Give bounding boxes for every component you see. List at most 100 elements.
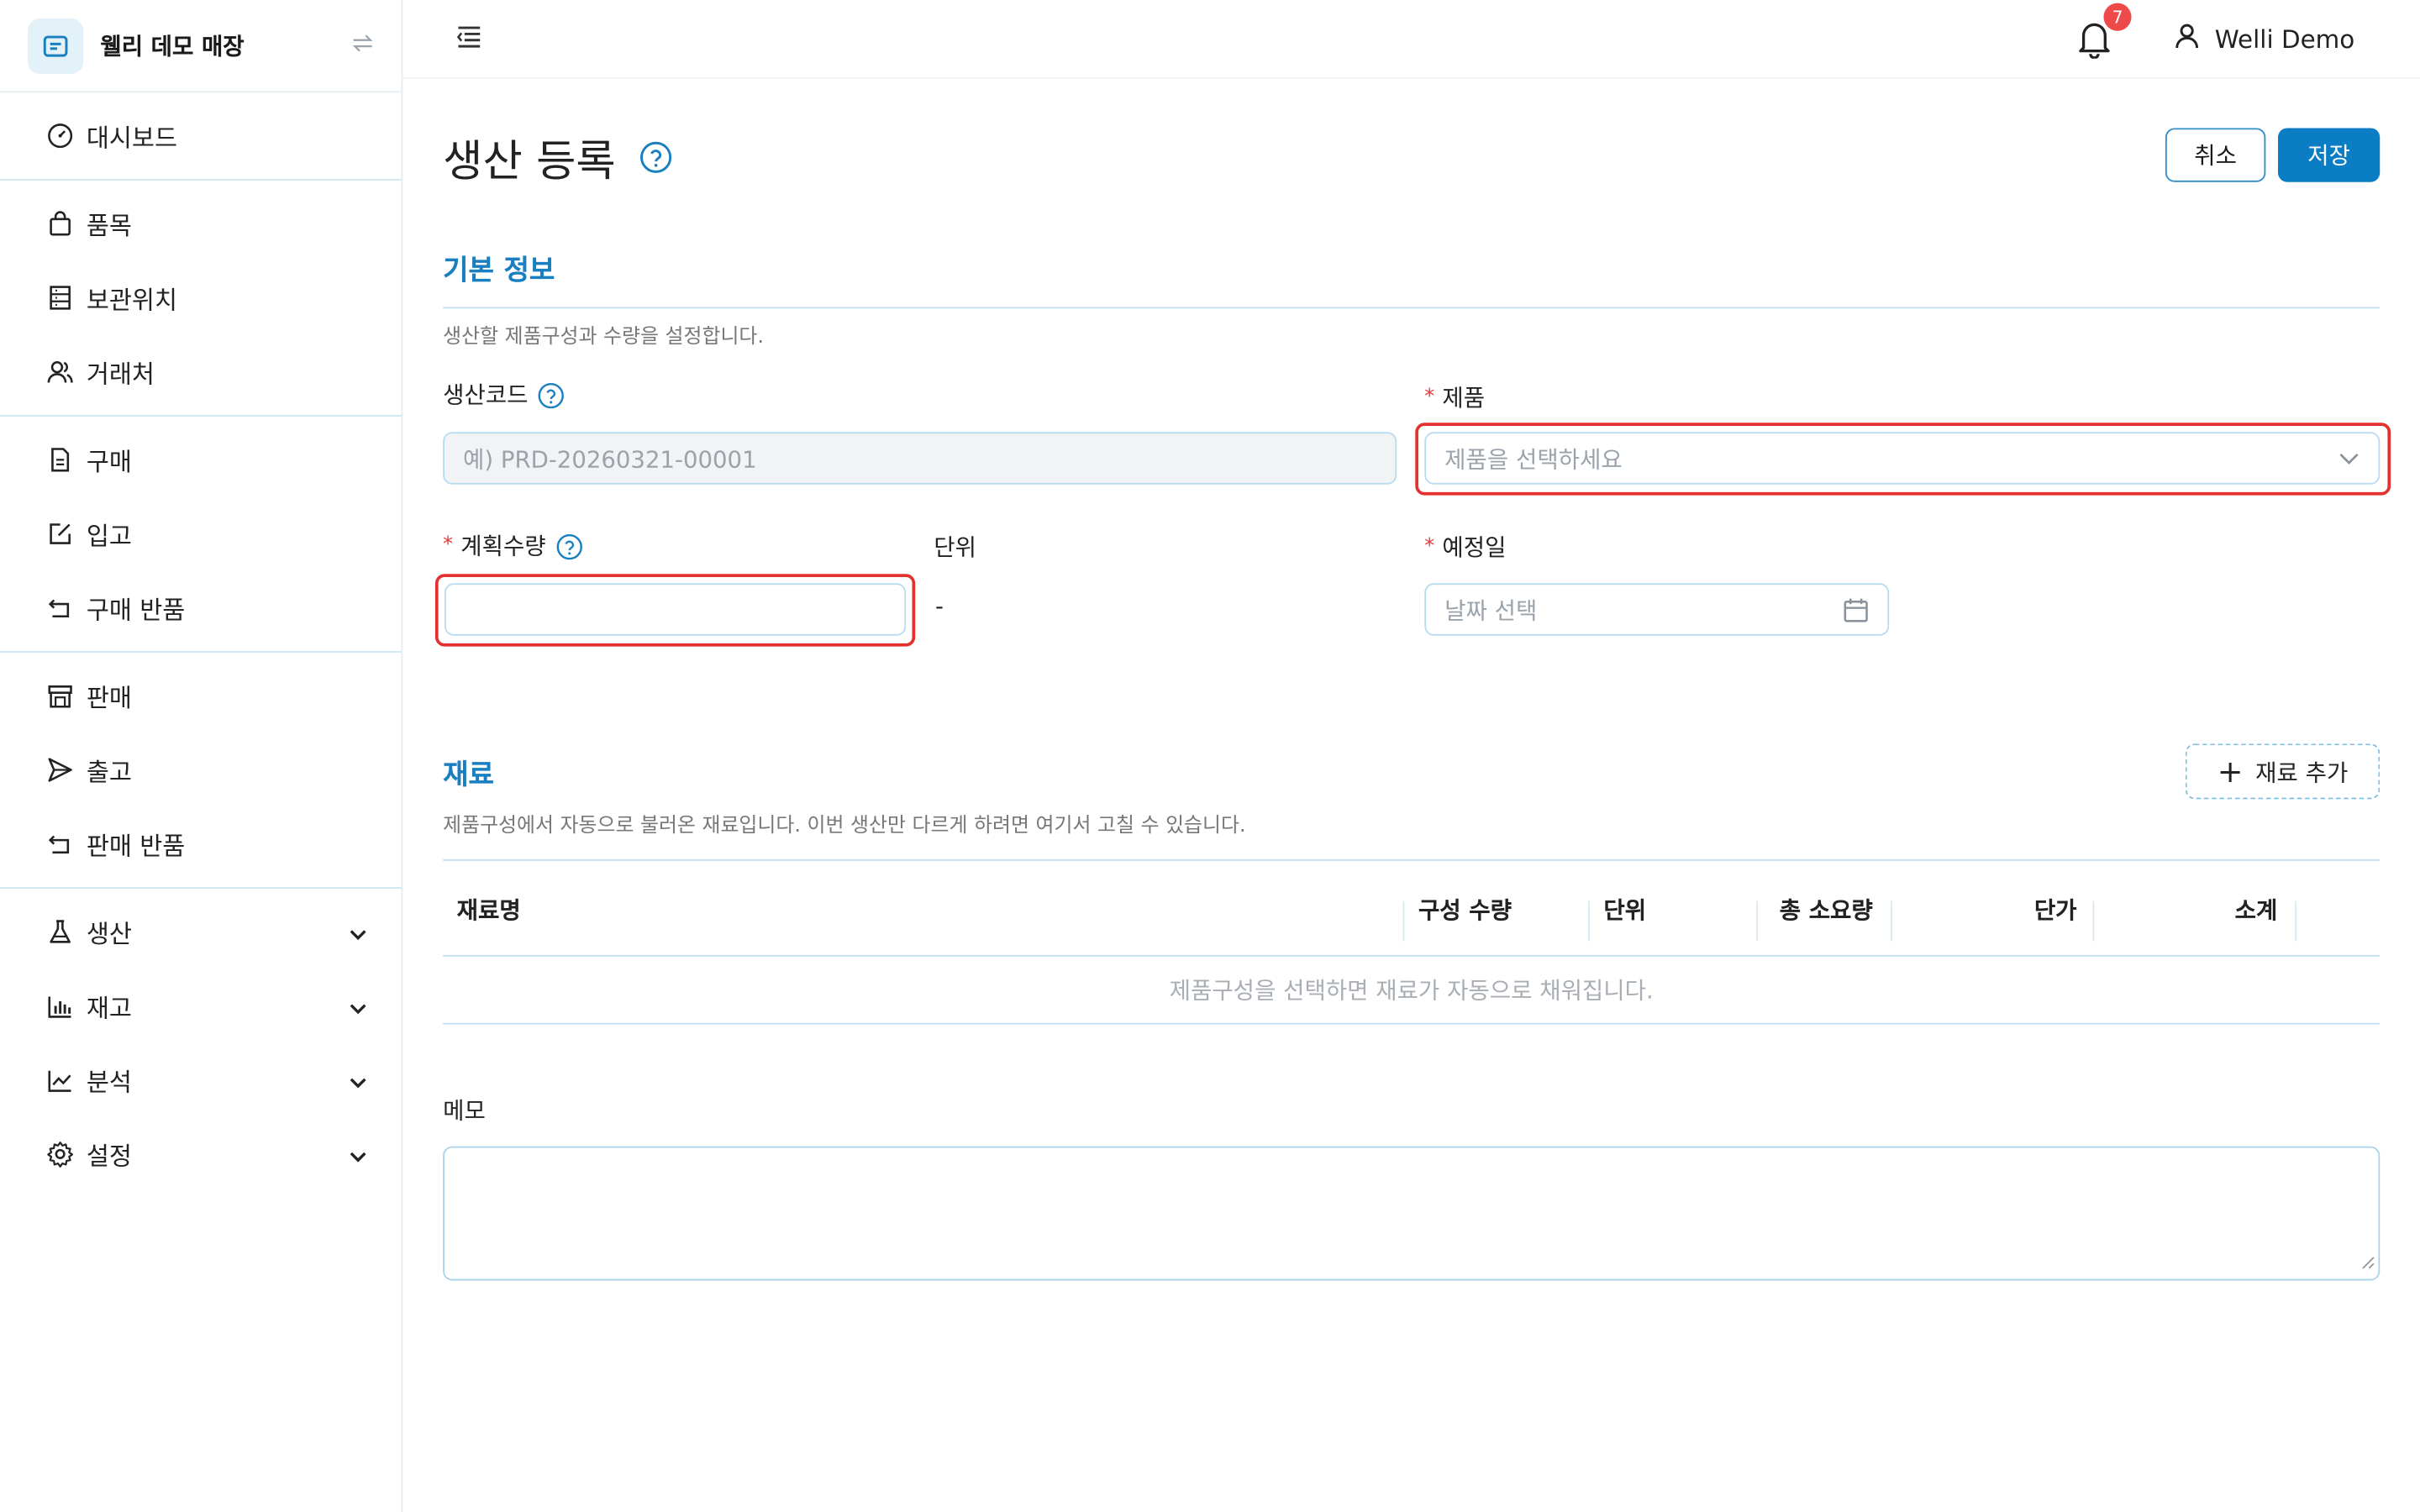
switch-store-icon[interactable] xyxy=(352,33,374,57)
store-header[interactable]: 웰리 데모 매장 xyxy=(0,0,402,93)
return-arrow-icon xyxy=(46,830,74,858)
column-header-subtotal: 소계 xyxy=(2234,896,2278,925)
user-icon xyxy=(2173,22,2201,55)
sidebar-item-sales[interactable]: 판매 xyxy=(0,659,402,732)
planned-qty-input[interactable] xyxy=(444,583,907,636)
scheduled-date-label-text: 예정일 xyxy=(1442,533,1507,562)
shopping-bag-icon xyxy=(46,210,74,238)
gear-icon xyxy=(46,1140,74,1168)
production-code-input[interactable]: 예) PRD-20260321-00001 xyxy=(443,432,1397,485)
sidebar-item-label: 판매 xyxy=(86,683,132,713)
column-separator xyxy=(1756,900,1759,942)
column-separator xyxy=(1891,900,1892,942)
required-mark: * xyxy=(1424,535,1435,559)
sidebar-item-receiving[interactable]: 입고 xyxy=(0,496,402,570)
table-header: 재료명 구성 수량 단위 총 소요량 단가 소계 xyxy=(443,859,2381,957)
column-header-name: 재료명 xyxy=(456,896,521,925)
sidebar: 웰리 데모 매장 대시보드 품목 보관위치 거래처 구매 입고 구매 반품 판매… xyxy=(0,0,403,1512)
menu-collapse-icon[interactable] xyxy=(455,24,483,55)
production-code-label-text: 생산코드 xyxy=(443,381,529,409)
sidebar-group-sales: 판매 출고 판매 반품 xyxy=(0,653,402,889)
user-name: Welli Demo xyxy=(2214,24,2355,54)
sidebar-item-label: 분석 xyxy=(86,1068,132,1097)
sidebar-item-inventory[interactable]: 재고 xyxy=(0,969,402,1042)
sidebar-item-purchase[interactable]: 구매 xyxy=(0,423,402,496)
sidebar-item-production[interactable]: 생산 xyxy=(0,895,402,969)
plus-icon: + xyxy=(2217,753,2244,790)
sidebar-item-partners[interactable]: 거래처 xyxy=(0,335,402,409)
chevron-down-icon[interactable] xyxy=(349,1065,367,1095)
sidebar-item-items[interactable]: 품목 xyxy=(0,186,402,260)
chevron-down-icon[interactable] xyxy=(349,991,367,1021)
sidebar-item-label: 설정 xyxy=(86,1142,132,1172)
sidebar-item-label: 판매 반품 xyxy=(86,832,186,861)
help-icon[interactable] xyxy=(639,140,672,181)
basic-info-description: 생산할 제품구성과 수량을 설정합니다. xyxy=(443,325,764,349)
chevron-down-icon[interactable] xyxy=(349,1139,367,1168)
store-icon xyxy=(46,682,74,710)
page-title: 생산 등록 xyxy=(443,135,616,187)
sidebar-group-purchase: 구매 입고 구매 반품 xyxy=(0,417,402,653)
bar-chart-icon xyxy=(46,992,74,1020)
memo-textarea[interactable] xyxy=(443,1146,2381,1281)
materials-table: 재료명 구성 수량 단위 총 소요량 단가 소계 제품구성을 선택하면 재료가 … xyxy=(443,859,2381,1025)
save-button[interactable]: 저장 xyxy=(2278,128,2381,182)
sidebar-item-dashboard[interactable]: 대시보드 xyxy=(0,99,402,173)
cancel-button[interactable]: 취소 xyxy=(2165,128,2266,182)
production-code-label: 생산코드 xyxy=(443,378,565,411)
line-chart-icon xyxy=(46,1066,74,1094)
store-name: 웰리 데모 매장 xyxy=(100,32,245,60)
users-icon xyxy=(46,358,74,386)
topbar: 7 Welli Demo xyxy=(402,0,2420,79)
notification-badge: 7 xyxy=(2103,3,2132,31)
column-header-unit: 단위 xyxy=(1603,896,1647,925)
planned-qty-label-text: 계획수량 xyxy=(460,532,546,560)
required-mark: * xyxy=(1424,386,1435,409)
sidebar-item-label: 입고 xyxy=(86,521,132,551)
store-logo-icon xyxy=(28,18,84,74)
sidebar-item-settings[interactable]: 설정 xyxy=(0,1117,402,1191)
product-select[interactable]: 제품을 선택하세요 xyxy=(1424,432,2381,485)
sidebar-item-sales-return[interactable]: 판매 반품 xyxy=(0,807,402,881)
sidebar-item-purchase-return[interactable]: 구매 반품 xyxy=(0,571,402,645)
flask-icon xyxy=(46,918,74,946)
column-header-total-required: 총 소요량 xyxy=(1779,896,1873,925)
help-icon[interactable] xyxy=(555,532,583,559)
basic-info-title: 기본 정보 xyxy=(443,255,555,287)
sidebar-group-more: 생산 재고 분석 설정 xyxy=(0,889,402,1197)
column-separator xyxy=(1402,900,1405,942)
planned-qty-label: * 계획수량 xyxy=(443,529,583,562)
chevron-down-icon[interactable] xyxy=(349,917,367,947)
materials-description: 제품구성에서 자동으로 불러온 재료입니다. 이번 생산만 다르게 하려면 여기… xyxy=(443,814,1246,838)
user-menu[interactable]: Welli Demo xyxy=(2173,22,2354,55)
resize-grip-icon[interactable] xyxy=(2360,1247,2375,1276)
help-icon[interactable] xyxy=(538,381,566,408)
sidebar-item-label: 생산 xyxy=(86,919,132,949)
calendar-icon[interactable] xyxy=(1843,596,1869,622)
return-arrow-icon xyxy=(46,594,74,622)
required-mark: * xyxy=(443,533,454,558)
sidebar-item-label: 보관위치 xyxy=(86,285,178,315)
sidebar-item-label: 구매 xyxy=(86,447,132,477)
sidebar-item-label: 재고 xyxy=(86,993,132,1023)
column-header-unit-price: 단가 xyxy=(2033,896,2077,925)
unit-label-text: 단위 xyxy=(934,533,976,562)
column-header-component-qty: 구성 수량 xyxy=(1418,896,1512,925)
memo-label-text: 메모 xyxy=(443,1096,486,1125)
sidebar-item-shipping[interactable]: 출고 xyxy=(0,732,402,806)
unit-value: - xyxy=(935,592,944,621)
sidebar-item-storage[interactable]: 보관위치 xyxy=(0,260,402,334)
scheduled-date-input[interactable]: 날짜 선택 xyxy=(1424,583,1890,636)
document-icon xyxy=(46,446,74,474)
product-label-text: 제품 xyxy=(1442,384,1486,412)
add-material-button[interactable]: + 재료 추가 xyxy=(2185,743,2381,800)
table-empty-row: 제품구성을 선택하면 재료가 자동으로 채워집니다. xyxy=(443,957,2381,1025)
column-separator xyxy=(1588,900,1590,942)
send-icon xyxy=(46,756,74,784)
scheduled-date-label: * 예정일 xyxy=(1424,531,1506,564)
sidebar-item-label: 품목 xyxy=(86,211,132,241)
sidebar-item-label: 대시보드 xyxy=(86,123,178,153)
sidebar-item-label: 구매 반품 xyxy=(86,595,186,625)
materials-title: 재료 xyxy=(443,759,494,792)
sidebar-item-analytics[interactable]: 분석 xyxy=(0,1043,402,1117)
